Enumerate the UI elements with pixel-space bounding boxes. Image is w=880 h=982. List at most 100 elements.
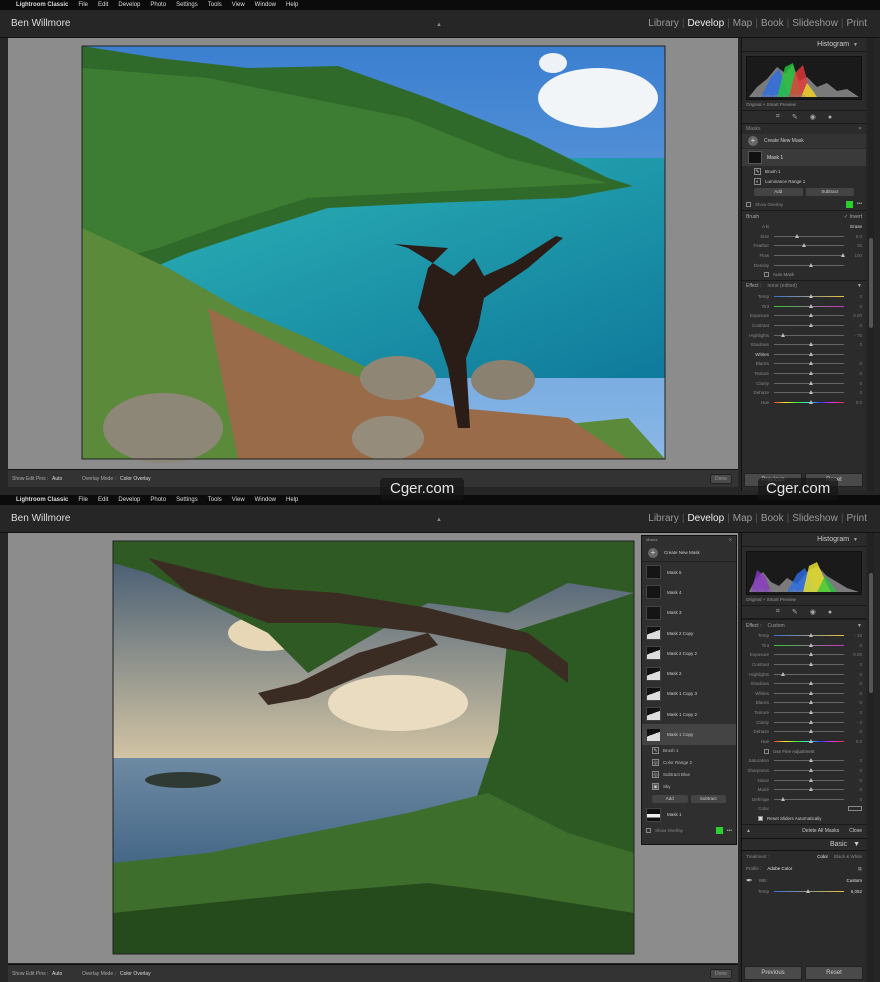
slider-row[interactable]: Dehaze 0 (742, 388, 866, 398)
mask-component-row[interactable]: ◎ Subtract Blue (642, 769, 736, 781)
create-new-mask-button[interactable]: + Create New Mask (642, 544, 736, 562)
show-edit-pins-select[interactable]: Auto (52, 470, 62, 488)
delete-all-masks-button[interactable]: Delete All Masks (802, 828, 839, 834)
slider-knob[interactable] (809, 303, 813, 308)
effect-preset[interactable]: Custom (767, 623, 784, 629)
slider-knob[interactable] (809, 351, 813, 356)
effect-preset[interactable]: none (edited) (767, 283, 796, 289)
slider-value[interactable]: 0.0 (846, 400, 862, 405)
slider-knob[interactable] (809, 690, 813, 695)
overlay-color-swatch[interactable] (715, 827, 723, 835)
erase-button[interactable]: Erase (850, 224, 862, 229)
slider-track[interactable] (774, 323, 844, 328)
right-panel-scrollbar[interactable] (868, 38, 874, 491)
slider-row[interactable]: Temp 0 (742, 292, 866, 302)
menu-window[interactable]: Window (255, 495, 276, 505)
slider-knob[interactable] (809, 313, 813, 318)
subtract-button[interactable]: Subtract (690, 794, 726, 803)
mask-1-row[interactable]: Mask 1 (742, 148, 866, 166)
collapse-top-icon[interactable]: ▲ (436, 517, 442, 523)
more-options-icon[interactable]: ••• (857, 201, 862, 207)
slider-track[interactable] (774, 700, 844, 705)
fine-adjustment-row[interactable]: Use Fine Adjustment (742, 746, 866, 756)
slider-knob[interactable] (802, 243, 806, 248)
left-panel-collapsed[interactable] (0, 533, 8, 963)
slider-track[interactable] (774, 796, 844, 801)
slider-row[interactable]: Exposure 0.00 (742, 650, 866, 660)
slider-value[interactable]: 0 (846, 323, 862, 328)
slider-track[interactable] (774, 768, 844, 773)
reset-sliders-row[interactable]: Reset Sliders Automatically (742, 814, 866, 824)
slider-knob[interactable] (809, 787, 813, 792)
show-overlay-checkbox[interactable] (646, 828, 651, 834)
temp-knob[interactable] (805, 888, 810, 893)
reset-button[interactable]: Reset (805, 966, 863, 980)
module-slideshow[interactable]: Slideshow (789, 513, 841, 524)
slider-track[interactable] (774, 262, 844, 267)
menu-settings[interactable]: Settings (176, 0, 198, 10)
mask-list-item[interactable]: Mask 1 Copy 3 (642, 684, 736, 704)
slider-value[interactable]: - 75 (846, 333, 862, 338)
slider-knob[interactable] (809, 719, 813, 724)
brush-1-row[interactable]: ✎ Brush 1 (742, 166, 866, 176)
slider-row[interactable]: Hue 0.0 (742, 398, 866, 408)
slider-value[interactable]: 0 (846, 371, 862, 376)
slider-track[interactable] (774, 361, 844, 366)
masks-close-icon[interactable]: ✕ (858, 126, 862, 132)
slider-value[interactable]: 0 (846, 778, 862, 783)
collapse-top-icon[interactable]: ▲ (436, 22, 442, 28)
masks-panel-close-icon[interactable]: ✕ (729, 537, 732, 542)
overlay-mode-select[interactable]: Color Overlay (120, 965, 151, 982)
brush-a-b[interactable]: A B (746, 224, 772, 229)
slider-row[interactable]: Whites (742, 350, 866, 360)
slider-row[interactable]: Clarity - 2 (742, 717, 866, 727)
menu-file[interactable]: File (78, 495, 88, 505)
slider-value[interactable]: - 15 (846, 633, 862, 638)
module-book[interactable]: Book (758, 513, 787, 524)
slider-knob[interactable] (809, 768, 813, 773)
menu-window[interactable]: Window (255, 0, 276, 10)
basic-collapse-icon[interactable]: ▼ (853, 841, 860, 848)
temp-track[interactable] (774, 888, 844, 893)
slider-value[interactable]: 100 (846, 253, 862, 258)
slider-knob[interactable] (809, 738, 813, 743)
slider-knob[interactable] (809, 681, 813, 686)
mask-list-item[interactable]: Mask 2 Copy (642, 623, 736, 643)
done-button[interactable]: Done (710, 474, 732, 484)
slider-value[interactable]: 0 (846, 691, 862, 696)
done-button[interactable]: Done (710, 969, 732, 979)
slider-knob[interactable] (781, 332, 785, 337)
slider-row[interactable]: Blacks 0 (742, 359, 866, 369)
slider-row[interactable]: Defringe 0 (742, 795, 866, 805)
slider-track[interactable] (774, 662, 844, 667)
photo-yoga-cove[interactable] (8, 38, 738, 469)
mask-list-item[interactable]: Mask 2 (642, 663, 736, 683)
effect-collapse-icon[interactable]: ▼ (857, 283, 862, 289)
menu-view[interactable]: View (232, 495, 245, 505)
slider-value[interactable]: 0 (846, 700, 862, 705)
slider-value[interactable]: 0 (846, 361, 862, 366)
reset-sliders-checkbox[interactable] (758, 816, 763, 822)
slider-knob[interactable] (781, 796, 785, 801)
collapse-icon[interactable]: ▲ (746, 828, 751, 834)
mask-component-row[interactable]: ▣ Sky (642, 781, 736, 793)
slider-row[interactable]: Blacks 0 (742, 698, 866, 708)
collapse-triangle-icon[interactable]: ▼ (853, 42, 858, 48)
slider-row[interactable]: Density (742, 260, 866, 270)
color-swatch[interactable] (848, 806, 862, 812)
redeye-icon[interactable]: ◉ (810, 608, 816, 616)
slider-track[interactable] (774, 294, 844, 299)
slider-knob[interactable] (809, 371, 813, 376)
histogram-header[interactable]: Histogram ▼ (742, 38, 866, 52)
previous-button[interactable]: Previous (744, 966, 802, 980)
module-develop[interactable]: Develop (684, 513, 727, 524)
temp-value[interactable]: 6,052 (846, 889, 862, 894)
slider-track[interactable] (774, 390, 844, 395)
subtract-button[interactable]: Subtract (805, 188, 854, 196)
histogram-header[interactable]: Histogram ▼ (742, 533, 866, 547)
slider-value[interactable]: 0 (846, 662, 862, 667)
module-map[interactable]: Map (730, 18, 755, 29)
slider-track[interactable] (774, 342, 844, 347)
menu-app-name[interactable]: Lightroom Classic (16, 495, 68, 505)
slider-track[interactable] (774, 642, 844, 647)
